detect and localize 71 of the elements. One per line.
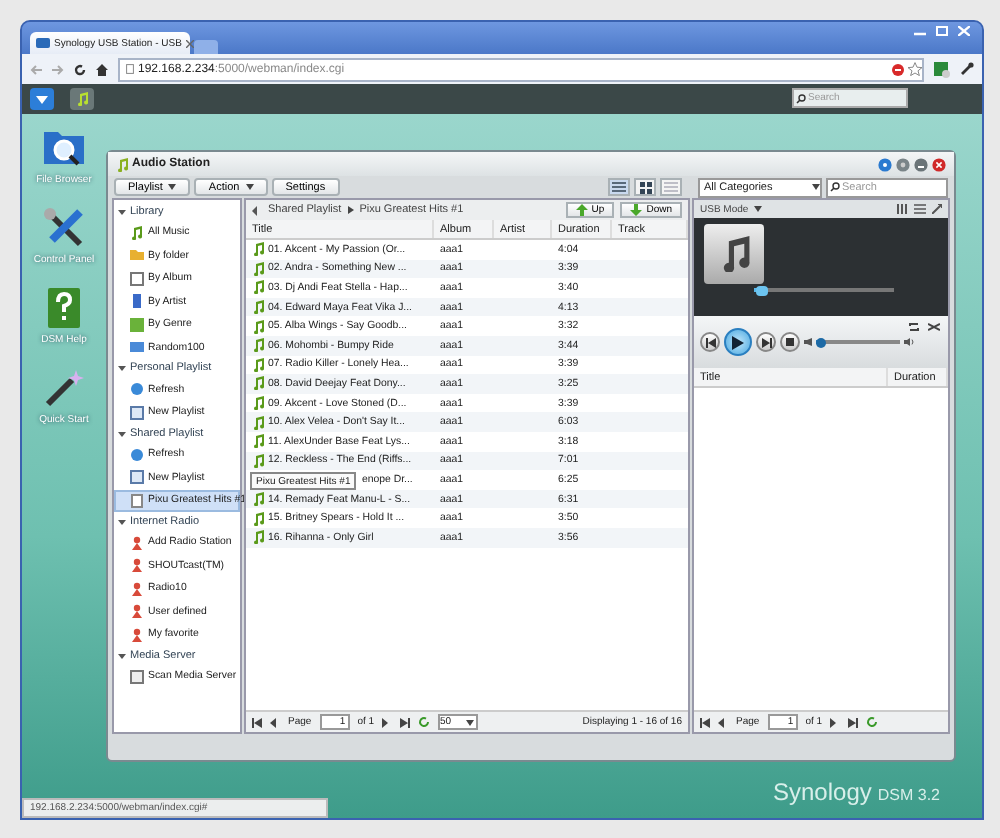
star-icon[interactable] — [908, 62, 922, 76]
caret-icon — [754, 206, 763, 212]
list-icon — [612, 182, 626, 192]
next-page-icon[interactable] — [382, 717, 393, 727]
brand-logo: Synology — [773, 778, 872, 806]
volume-thumb[interactable] — [815, 337, 826, 347]
music-note-icon — [130, 225, 144, 240]
music-note-icon — [76, 92, 88, 106]
view-mode-button[interactable] — [608, 178, 630, 196]
view-mode-button[interactable] — [634, 178, 656, 196]
music-note-icon — [116, 157, 128, 171]
close-icon[interactable] — [185, 39, 194, 47]
first-page-icon[interactable] — [252, 717, 262, 727]
repeat-icon[interactable] — [908, 322, 920, 332]
app-logo-icon — [36, 38, 50, 48]
help-book-icon[interactable] — [45, 286, 82, 330]
next-page-icon[interactable] — [830, 717, 841, 727]
caret-icon — [466, 719, 475, 725]
caret-icon[interactable] — [118, 429, 126, 438]
folder-icon — [130, 248, 144, 263]
page-icon — [126, 64, 134, 74]
previous-page-icon[interactable] — [270, 717, 280, 727]
caret-icon[interactable] — [118, 364, 126, 373]
main-menu-button[interactable] — [30, 88, 54, 110]
play-icon — [732, 335, 744, 349]
grid-icon — [639, 181, 651, 193]
product-version: DSM 3.2 — [877, 786, 940, 804]
arrow-up-icon — [575, 204, 588, 216]
stop-button[interactable] — [780, 332, 800, 352]
audio-station-taskbar-button[interactable] — [70, 88, 94, 110]
progress-thumb[interactable] — [756, 285, 769, 295]
chevron-icon — [347, 206, 354, 214]
search-icon — [830, 182, 840, 192]
search-icon — [796, 93, 806, 103]
folder-search-icon[interactable] — [41, 126, 86, 170]
stop-icon — [786, 338, 794, 346]
previous-button[interactable] — [700, 332, 720, 352]
volume-low-icon — [804, 338, 812, 346]
next-button[interactable] — [756, 332, 776, 352]
play-button[interactable] — [724, 328, 752, 356]
next-icon — [761, 337, 771, 347]
caret-icon — [812, 184, 820, 190]
last-page-icon[interactable] — [848, 717, 859, 727]
details-icon — [664, 182, 678, 192]
last-page-icon[interactable] — [400, 717, 411, 727]
minimize-icon[interactable] — [914, 157, 928, 171]
caret-icon[interactable] — [118, 517, 126, 526]
expand-icon[interactable] — [932, 204, 942, 214]
list-icon[interactable] — [914, 204, 926, 214]
caret-icon[interactable] — [118, 207, 126, 216]
previous-page-icon[interactable] — [718, 717, 728, 727]
magic-wand-icon[interactable] — [41, 366, 86, 410]
volume-high-icon — [904, 338, 914, 346]
maximize-icon[interactable] — [936, 26, 948, 36]
previous-icon — [705, 337, 715, 347]
stop-icon[interactable] — [892, 63, 904, 75]
document-icon — [130, 493, 144, 508]
equalizer-icon[interactable] — [896, 204, 908, 214]
music-note-icon — [718, 236, 750, 272]
caret-icon — [36, 95, 48, 103]
tools-icon[interactable] — [41, 206, 86, 250]
arrow-down-icon — [630, 204, 643, 216]
help-icon[interactable] — [878, 157, 892, 171]
wrench-icon[interactable] — [960, 62, 974, 76]
reload-icon[interactable] — [74, 63, 86, 75]
first-page-icon[interactable] — [700, 717, 710, 727]
extension-icon[interactable] — [934, 61, 950, 77]
back-icon[interactable] — [252, 205, 262, 215]
caret-icon[interactable] — [118, 651, 126, 660]
settings-icon[interactable] — [896, 157, 910, 171]
home-icon[interactable] — [96, 63, 108, 75]
